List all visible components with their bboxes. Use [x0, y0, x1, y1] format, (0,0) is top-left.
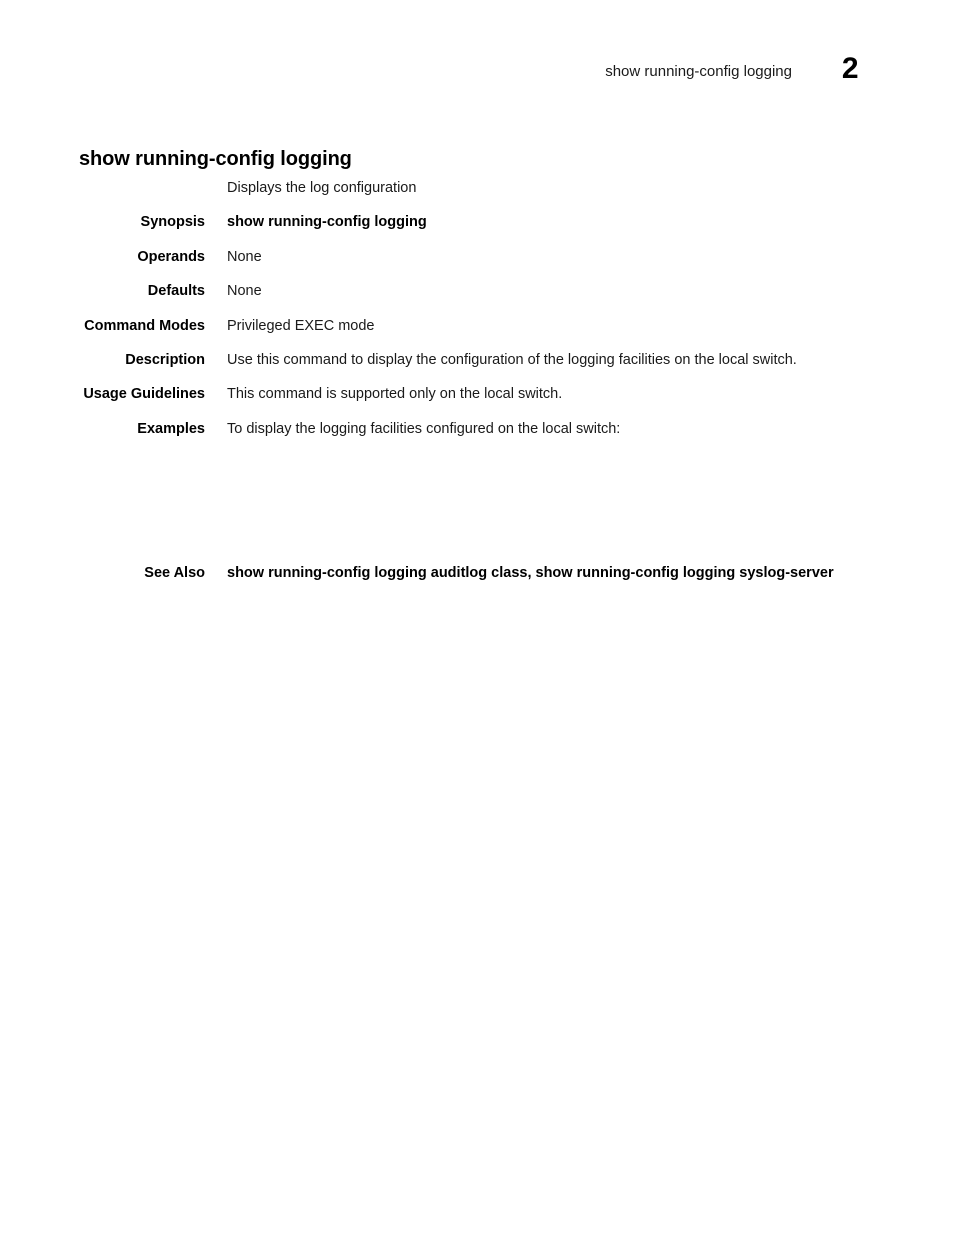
- definition-row: Operands None: [0, 247, 954, 281]
- definition-row: Synopsis show running-config logging: [0, 212, 954, 246]
- definition-value-command-modes: Privileged EXEC mode: [227, 317, 375, 334]
- definition-label-examples: Examples: [137, 420, 205, 437]
- see-also-links: show running-config logging auditlog cla…: [227, 565, 834, 581]
- definition-row: Displays the log configuration: [0, 178, 954, 212]
- definition-label-synopsis: Synopsis: [140, 214, 205, 231]
- definition-label-usage-guidelines: Usage Guidelines: [83, 386, 205, 403]
- definition-label-command-modes: Command Modes: [84, 317, 205, 334]
- definition-value-examples: To display the logging facilities config…: [227, 420, 621, 437]
- definition-row: Defaults None: [0, 281, 954, 315]
- definition-value-operands: None: [227, 248, 262, 265]
- command-definition-list: Displays the log configuration Synopsis …: [0, 178, 954, 453]
- page-title: show running-config logging: [79, 148, 352, 171]
- document-page: show running-config logging 2 show runni…: [0, 0, 954, 1235]
- see-also-label: See Also: [144, 565, 205, 581]
- page-header: show running-config logging 2: [0, 52, 954, 102]
- definition-row: Command Modes Privileged EXEC mode: [0, 316, 954, 350]
- definition-row: Examples To display the logging faciliti…: [0, 419, 954, 453]
- definition-value-description: Use this command to display the configur…: [227, 351, 797, 368]
- definition-row: Usage Guidelines This command is support…: [0, 384, 954, 418]
- definition-label-defaults: Defaults: [147, 283, 205, 300]
- definition-label-operands: Operands: [137, 248, 205, 265]
- example-output-block: [227, 465, 867, 561]
- definition-row: Description Use this command to display …: [0, 350, 954, 384]
- definition-value-synopsis: show running-config logging: [227, 214, 427, 231]
- definition-value-defaults: None: [227, 283, 262, 300]
- see-also-row: See Also show running-config logging aud…: [0, 563, 954, 585]
- definition-value-usage-guidelines: This command is supported only on the lo…: [227, 386, 563, 403]
- header-page-number: 2: [841, 52, 859, 85]
- definition-value: Displays the log configuration: [227, 180, 417, 196]
- header-running-title: show running-config logging: [605, 63, 792, 80]
- definition-label-description: Description: [125, 351, 205, 368]
